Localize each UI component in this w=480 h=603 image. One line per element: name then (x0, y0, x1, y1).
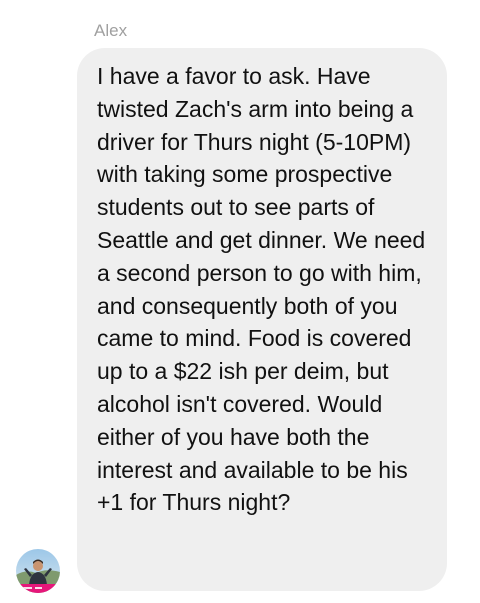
message-text: I have a favor to ask. Have twisted Zach… (97, 63, 426, 516)
avatar[interactable] (16, 549, 60, 593)
message-bubble[interactable]: I have a favor to ask. Have twisted Zach… (77, 48, 447, 591)
sender-name: Alex (94, 21, 128, 40)
user-photo-avatar-icon (16, 549, 60, 593)
